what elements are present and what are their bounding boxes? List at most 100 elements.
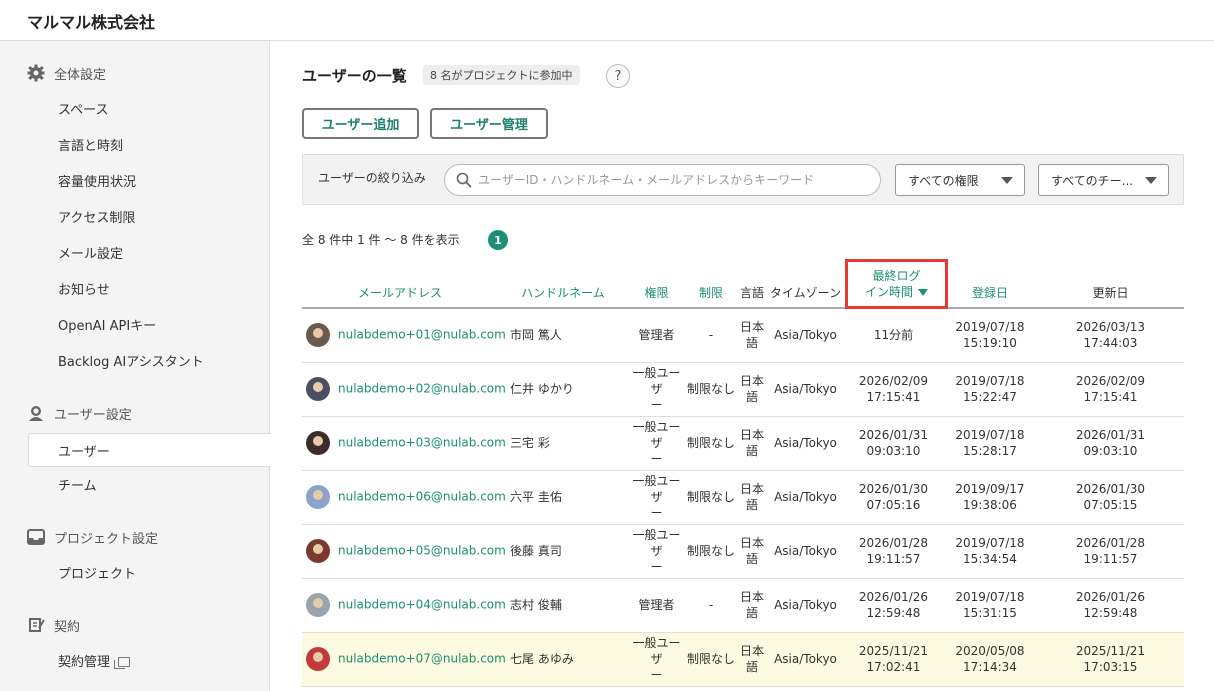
email-link[interactable]: nulabdemo+07@nulab.com bbox=[338, 652, 506, 666]
column-header-last-login[interactable]: 最終ログ イン時間 bbox=[844, 258, 948, 309]
cell-restriction: 制限なし bbox=[685, 470, 737, 525]
role-value: 管理者 bbox=[638, 598, 675, 612]
cell-registered: 2019/07/18 15:22:47 bbox=[943, 362, 1037, 417]
cell-timezone: Asia/Tokyo bbox=[767, 362, 844, 417]
cell-last-login: 11分前 bbox=[844, 308, 943, 363]
table-row: nulabdemo+07@nulab.com 七尾 あゆみ 一般ユーザー 制限な… bbox=[302, 632, 1184, 687]
org-name[interactable]: マルマル株式会社 bbox=[27, 9, 155, 33]
gear-icon bbox=[26, 63, 46, 83]
avatar bbox=[306, 377, 330, 401]
registered-time: 17:14:34 bbox=[963, 660, 1017, 674]
role-line1: 一般ユーザ bbox=[632, 474, 681, 504]
column-header-email[interactable]: メールアドレス bbox=[302, 258, 498, 309]
column-header-handle[interactable]: ハンドルネーム bbox=[498, 258, 628, 309]
sidebar-item-ai-assistant[interactable]: Backlog AIアシスタント bbox=[58, 353, 204, 373]
cell-email: nulabdemo+07@nulab.com bbox=[302, 632, 506, 687]
avatar bbox=[306, 647, 330, 671]
updated-time: 17:15:41 bbox=[1083, 390, 1138, 404]
cell-updated: 2026/01/30 07:05:15 bbox=[1037, 470, 1184, 525]
cell-handle: 後藤 真司 bbox=[498, 524, 628, 579]
email-link[interactable]: nulabdemo+06@nulab.com bbox=[338, 490, 506, 504]
last-login-date: 2026/01/31 bbox=[858, 428, 929, 442]
sidebar-item-storage[interactable]: 容量使用状況 bbox=[58, 173, 136, 193]
sidebar-item-openai-api-key[interactable]: OpenAI APIキー bbox=[58, 317, 156, 337]
search-box[interactable] bbox=[444, 164, 881, 196]
sidebar-item-projects[interactable]: プロジェクト bbox=[58, 565, 136, 585]
column-header-registered[interactable]: 登録日 bbox=[943, 258, 1037, 309]
language-line1: 日本 bbox=[739, 644, 764, 658]
cell-language: 日本語 bbox=[737, 632, 767, 687]
updated-time: 19:11:57 bbox=[1083, 552, 1138, 566]
updated-date: 2026/01/28 bbox=[1075, 536, 1146, 550]
role-line2: ー bbox=[650, 452, 663, 466]
cell-email: nulabdemo+03@nulab.com bbox=[302, 416, 506, 471]
manage-users-button[interactable]: ユーザー管理 bbox=[430, 108, 548, 139]
cell-timezone: Asia/Tokyo bbox=[767, 578, 844, 633]
table-row: nulabdemo+06@nulab.com 六平 圭佑 一般ユーザー 制限なし… bbox=[302, 470, 1184, 525]
sidebar-item-access-restriction[interactable]: アクセス制限 bbox=[58, 209, 135, 229]
add-user-button[interactable]: ユーザー追加 bbox=[302, 108, 419, 139]
top-bar: マルマル株式会社 bbox=[0, 0, 1214, 41]
cell-updated: 2026/01/26 12:59:48 bbox=[1037, 578, 1184, 633]
search-input[interactable] bbox=[478, 170, 873, 190]
sidebar-item-users[interactable]: ユーザー bbox=[28, 433, 271, 467]
sidebar-section-user-settings: ユーザー設定 bbox=[26, 402, 132, 424]
last-login-time: 17:15:41 bbox=[866, 390, 921, 404]
sidebar-item-mail-settings[interactable]: メール設定 bbox=[58, 245, 123, 265]
role-line2: ー bbox=[650, 560, 663, 574]
language-line2: 語 bbox=[745, 390, 758, 404]
email-link[interactable]: nulabdemo+01@nulab.com bbox=[338, 328, 506, 342]
registered-time: 15:34:54 bbox=[963, 552, 1017, 566]
cell-role: 一般ユーザー bbox=[628, 470, 685, 525]
cell-timezone: Asia/Tokyo bbox=[767, 470, 844, 525]
help-button[interactable]: ? bbox=[606, 64, 630, 88]
registered-time: 19:38:06 bbox=[963, 498, 1017, 512]
cell-registered: 2019/07/18 15:31:15 bbox=[943, 578, 1037, 633]
sidebar-item-language-time[interactable]: 言語と時刻 bbox=[58, 137, 123, 157]
role-value: 管理者 bbox=[638, 328, 675, 343]
team-select[interactable]: すべてのチー... bbox=[1038, 164, 1169, 196]
cell-restriction: - bbox=[685, 578, 737, 633]
cell-restriction: 制限なし bbox=[685, 362, 737, 417]
column-header-restriction[interactable]: 制限 bbox=[685, 258, 737, 309]
filter-label: ユーザーの絞り込み bbox=[318, 171, 426, 185]
registered-time: 15:31:15 bbox=[963, 606, 1017, 620]
language-line1: 日本 bbox=[739, 320, 764, 335]
sidebar-item-notices[interactable]: お知らせ bbox=[58, 281, 110, 301]
cell-email: nulabdemo+06@nulab.com bbox=[302, 470, 506, 525]
registered-date: 2019/09/17 bbox=[955, 482, 1025, 496]
cell-language: 日本語 bbox=[737, 416, 767, 471]
result-summary: 全 8 件中 1 件 〜 8 件を表示 bbox=[302, 233, 460, 247]
sidebar-item-space[interactable]: スペース bbox=[58, 101, 108, 121]
cell-language: 日本語 bbox=[737, 308, 767, 363]
last-login-date: 2025/11/21 bbox=[858, 644, 929, 658]
role-select[interactable]: すべての権限 bbox=[895, 164, 1025, 196]
registered-date: 2019/07/18 bbox=[955, 590, 1025, 604]
sidebar-item-teams[interactable]: チーム bbox=[58, 477, 97, 497]
column-header-updated: 更新日 bbox=[1037, 258, 1184, 309]
updated-date: 2026/03/13 bbox=[1075, 320, 1146, 335]
column-header-timezone: タイムゾーン bbox=[767, 258, 844, 309]
page-number-1[interactable]: 1 bbox=[488, 230, 508, 250]
sidebar-item-contract-management[interactable]: 契約管理 bbox=[58, 653, 131, 673]
language-line2: 語 bbox=[745, 444, 758, 458]
column-header-role[interactable]: 権限 bbox=[628, 258, 685, 309]
cell-last-login: 2026/02/09 17:15:41 bbox=[844, 362, 943, 417]
cell-handle: 仁井 ゆかり bbox=[498, 362, 628, 417]
email-link[interactable]: nulabdemo+03@nulab.com bbox=[338, 436, 506, 450]
email-link[interactable]: nulabdemo+05@nulab.com bbox=[338, 544, 506, 558]
sidebar-item-label: 契約管理 bbox=[58, 655, 111, 670]
registered-date: 2019/07/18 bbox=[955, 428, 1025, 442]
last-login-time: 09:03:10 bbox=[866, 444, 921, 458]
email-link[interactable]: nulabdemo+04@nulab.com bbox=[338, 598, 506, 612]
email-link[interactable]: nulabdemo+02@nulab.com bbox=[338, 382, 506, 396]
last-login-time: 07:05:16 bbox=[866, 498, 921, 512]
updated-time: 09:03:10 bbox=[1083, 444, 1138, 458]
user-icon bbox=[26, 403, 46, 423]
sidebar-section-title: 全体設定 bbox=[54, 67, 107, 83]
role-line1: 一般ユーザ bbox=[632, 420, 681, 450]
users-table: メールアドレス ハンドルネーム 権限 制限 言語 タイムゾーン 最終ログ イン時… bbox=[302, 258, 1184, 687]
cell-email: nulabdemo+02@nulab.com bbox=[302, 362, 506, 417]
avatar bbox=[306, 593, 330, 617]
table-header-row: メールアドレス ハンドルネーム 権限 制限 言語 タイムゾーン 最終ログ イン時… bbox=[302, 258, 1184, 309]
